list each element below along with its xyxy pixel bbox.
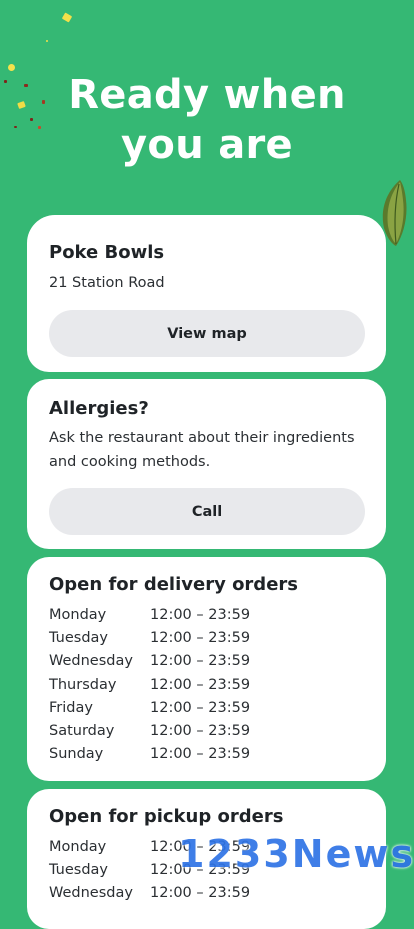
hours-row: Thursday 12:00 – 23:59 [49, 673, 359, 696]
hours-day: Saturday [49, 723, 115, 740]
hours-row: Friday 12:00 – 23:59 [49, 696, 359, 719]
confetti-piece [46, 40, 48, 42]
hours-day: Friday [49, 699, 93, 716]
hours-time: 12:00 – 23:59 [150, 629, 251, 646]
delivery-hours-list: Monday 12:00 – 23:59 Tuesday 12:00 – 23:… [49, 603, 359, 766]
pickup-hours-title: Open for pickup orders [49, 806, 284, 827]
hours-time: 12:00 – 23:59 [150, 699, 251, 716]
hours-row: Sunday 12:00 – 23:59 [49, 743, 359, 766]
watermark-logo: 1233News [178, 832, 414, 876]
restaurant-card: Poke Bowls 21 Station Road View map [27, 215, 386, 372]
allergies-card: Allergies? Ask the restaurant about thei… [27, 379, 386, 549]
hero-title-line-1: Ready when [68, 72, 346, 118]
hours-row: Monday 12:00 – 23:59 [49, 603, 359, 626]
restaurant-address: 21 Station Road [49, 275, 165, 291]
hours-row: Tuesday 12:00 – 23:59 [49, 626, 359, 649]
confetti-piece [61, 12, 73, 23]
hours-time: 12:00 – 23:59 [150, 606, 251, 623]
hours-day: Thursday [49, 676, 117, 693]
hours-day: Monday [49, 838, 107, 855]
hours-day: Sunday [49, 746, 104, 763]
hours-time: 12:00 – 23:59 [150, 653, 251, 670]
view-map-button[interactable]: View map [49, 310, 365, 357]
hours-day: Tuesday [49, 629, 108, 646]
hours-day: Monday [49, 606, 107, 623]
delivery-hours-title: Open for delivery orders [49, 574, 298, 595]
hours-time: 12:00 – 23:59 [150, 746, 251, 763]
hours-row: Wednesday 12:00 – 23:59 [49, 882, 359, 905]
hours-row: Saturday 12:00 – 23:59 [49, 719, 359, 742]
hours-time: 12:00 – 23:59 [150, 885, 251, 902]
hours-day: Tuesday [49, 861, 108, 878]
allergies-title: Allergies? [49, 398, 149, 419]
hero-title-line-2: you are [121, 122, 293, 168]
call-button[interactable]: Call [49, 488, 365, 535]
allergies-text: Ask the restaurant about their ingredien… [49, 430, 355, 470]
restaurant-name: Poke Bowls [49, 242, 165, 263]
hours-day: Wednesday [49, 885, 133, 902]
delivery-hours-card: Open for delivery orders Monday 12:00 – … [27, 557, 386, 781]
hours-day: Wednesday [49, 653, 133, 670]
hero-title: Ready when you are [0, 70, 414, 170]
hours-time: 12:00 – 23:59 [150, 676, 251, 693]
hours-row: Wednesday 12:00 – 23:59 [49, 650, 359, 673]
hours-time: 12:00 – 23:59 [150, 723, 251, 740]
